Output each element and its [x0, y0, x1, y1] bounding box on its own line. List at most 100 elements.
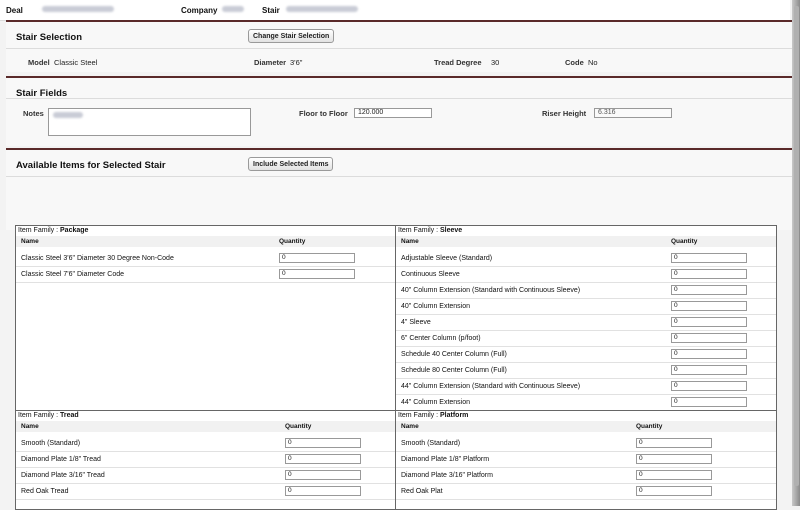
- quantity-input[interactable]: 0: [671, 381, 747, 391]
- quantity-column-header: Quantity: [671, 238, 698, 245]
- package-column-header: Name Quantity: [16, 236, 395, 247]
- stair-label: Stair: [262, 6, 280, 15]
- table-row: Red Oak Tread 0: [16, 483, 395, 500]
- quantity-input[interactable]: 0: [285, 454, 361, 464]
- item-name: Red Oak Tread: [21, 488, 69, 495]
- stair-value-redacted[interactable]: [286, 6, 358, 12]
- company-label: Company: [181, 6, 218, 15]
- item-name: Smooth (Standard): [401, 440, 461, 447]
- quantity-input[interactable]: 0: [285, 438, 361, 448]
- model-label: Model: [28, 58, 50, 67]
- table-row: Smooth (Standard) 0: [396, 435, 776, 452]
- quantity-input[interactable]: 0: [671, 285, 747, 295]
- notes-textarea[interactable]: [48, 108, 251, 136]
- platform-family-name: Platform: [440, 412, 469, 419]
- table-row: Schedule 40 Center Column (Full) 0: [396, 346, 776, 363]
- table-row: Diamond Plate 1/8" Platform 0: [396, 451, 776, 468]
- deal-label: Deal: [6, 6, 23, 15]
- platform-column-header: Name Quantity: [396, 421, 776, 432]
- tread-family-name: Tread: [60, 412, 79, 419]
- change-stair-selection-button[interactable]: Change Stair Selection: [248, 29, 335, 43]
- scrollbar-thumb[interactable]: [794, 6, 799, 486]
- quantity-input[interactable]: 0: [671, 365, 747, 375]
- package-item-family-panel: Item Family : Package Name Quantity Clas…: [15, 225, 396, 411]
- item-family-label: Item Family :: [398, 412, 439, 419]
- table-row: Diamond Plate 3/16" Tread 0: [16, 467, 395, 484]
- item-name: 44" Column Extension: [401, 399, 471, 406]
- diameter-value: 3'6": [290, 58, 303, 67]
- item-name: 40" Column Extension: [401, 303, 471, 310]
- name-column-header: Name: [401, 238, 419, 245]
- riser-height-label: Riser Height: [542, 109, 587, 118]
- include-selected-items-button[interactable]: Include Selected Items: [248, 157, 334, 171]
- riser-height-input[interactable]: 6.316: [594, 108, 672, 118]
- quantity-input[interactable]: 0: [671, 301, 747, 311]
- floor-to-floor-label: Floor to Floor: [299, 109, 348, 118]
- table-row: 4" Sleeve 0: [396, 314, 776, 331]
- quantity-input[interactable]: 0: [636, 486, 712, 496]
- quantity-input[interactable]: 0: [636, 470, 712, 480]
- quantity-input[interactable]: 0: [671, 253, 747, 263]
- name-column-header: Name: [401, 423, 419, 430]
- quantity-input[interactable]: 0: [636, 438, 712, 448]
- table-row: Diamond Plate 1/8" Tread 0: [16, 451, 395, 468]
- item-family-label: Item Family :: [398, 227, 439, 234]
- table-row: 40" Column Extension 0: [396, 298, 776, 315]
- item-name: 44" Column Extension (Standard with Cont…: [401, 383, 581, 390]
- table-row: Classic Steel 3'6" Diameter 30 Degree No…: [16, 250, 395, 267]
- code-value: No: [588, 58, 598, 67]
- floor-to-floor-input[interactable]: 120.000: [354, 108, 432, 118]
- table-row: Diamond Plate 3/16" Platform 0: [396, 467, 776, 484]
- table-row: 44" Column Extension (Standard with Cont…: [396, 378, 776, 395]
- quantity-column-header: Quantity: [285, 423, 312, 430]
- model-value: Classic Steel: [54, 58, 98, 67]
- tread-degree-label: Tread Degree: [434, 58, 482, 67]
- window-edge-scrollbar[interactable]: [792, 0, 800, 506]
- table-row: Adjustable Sleeve (Standard) 0: [396, 250, 776, 267]
- item-name: Classic Steel 3'6" Diameter 30 Degree No…: [21, 255, 174, 262]
- item-name: Diamond Plate 1/8" Tread: [21, 456, 101, 463]
- item-name: Continuous Sleeve: [401, 271, 460, 278]
- tread-column-header: Name Quantity: [16, 421, 395, 432]
- sleeve-item-family-panel: Item Family : Sleeve Name Quantity Adjus…: [395, 225, 777, 411]
- table-row: Continuous Sleeve 0: [396, 266, 776, 283]
- name-column-header: Name: [21, 238, 39, 245]
- tread-degree-value: 30: [491, 58, 500, 67]
- quantity-column-header: Quantity: [279, 238, 306, 245]
- available-items-title: Available Items for Selected Stair: [16, 160, 166, 171]
- table-row: Red Oak Plat 0: [396, 483, 776, 500]
- item-name: Diamond Plate 3/16" Platform: [401, 472, 493, 479]
- section-divider: [6, 98, 792, 99]
- company-value-redacted[interactable]: [222, 6, 244, 12]
- item-name: Red Oak Plat: [401, 488, 443, 495]
- record-header-bar: Deal Company Stair: [0, 0, 790, 21]
- quantity-input[interactable]: 0: [279, 269, 355, 279]
- quantity-input[interactable]: 0: [636, 454, 712, 464]
- quantity-input[interactable]: 0: [671, 397, 747, 407]
- item-name: Schedule 40 Center Column (Full): [401, 351, 507, 358]
- quantity-input[interactable]: 0: [671, 317, 747, 327]
- quantity-input[interactable]: 0: [671, 349, 747, 359]
- item-name: Diamond Plate 3/16" Tread: [21, 472, 105, 479]
- quantity-column-header: Quantity: [636, 423, 663, 430]
- section-divider: [6, 48, 792, 49]
- quantity-input[interactable]: 0: [671, 269, 747, 279]
- table-row: Classic Steel 7'6" Diameter Code 0: [16, 266, 395, 283]
- table-row: Smooth (Standard) 0: [16, 435, 395, 452]
- stair-fields-section: Stair Fields Notes Floor to Floor 120.00…: [6, 76, 792, 146]
- table-row: Schedule 80 Center Column (Full) 0: [396, 362, 776, 379]
- quantity-input[interactable]: 0: [279, 253, 355, 263]
- item-name: Adjustable Sleeve (Standard): [401, 255, 493, 262]
- item-name: 6" Center Column (p/foot): [401, 335, 481, 342]
- name-column-header: Name: [21, 423, 39, 430]
- item-name: Smooth (Standard): [21, 440, 81, 447]
- table-row: 6" Center Column (p/foot) 0: [396, 330, 776, 347]
- table-row: 44" Column Extension 0: [396, 394, 776, 410]
- platform-item-family-panel: Item Family : Platform Name Quantity Smo…: [395, 410, 777, 510]
- deal-value-redacted[interactable]: [42, 6, 114, 12]
- code-label: Code: [565, 58, 584, 67]
- diameter-label: Diameter: [254, 58, 287, 67]
- quantity-input[interactable]: 0: [285, 470, 361, 480]
- quantity-input[interactable]: 0: [671, 333, 747, 343]
- quantity-input[interactable]: 0: [285, 486, 361, 496]
